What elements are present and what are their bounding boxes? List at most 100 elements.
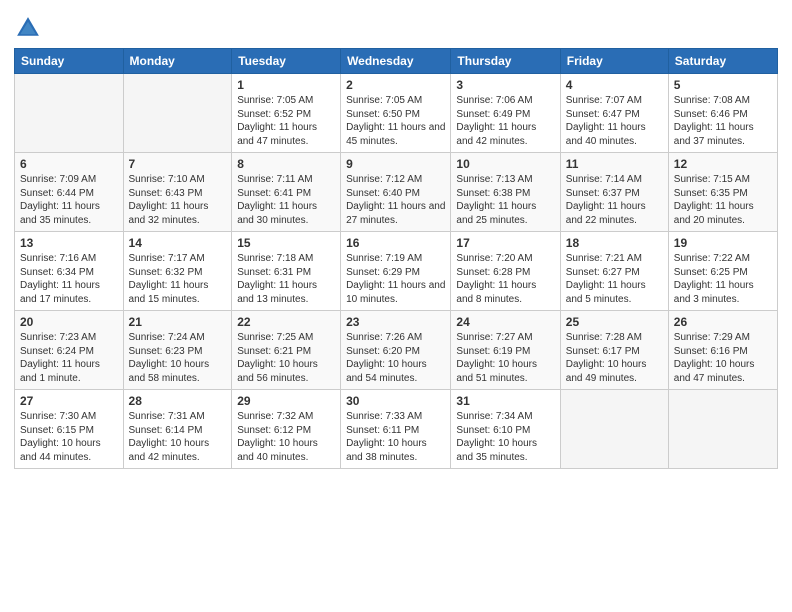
day-number: 12 (674, 157, 772, 171)
day-info: Sunrise: 7:33 AM Sunset: 6:11 PM Dayligh… (346, 410, 445, 464)
day-info: Sunrise: 7:30 AM Sunset: 6:15 PM Dayligh… (20, 410, 118, 464)
day-info: Sunrise: 7:27 AM Sunset: 6:19 PM Dayligh… (456, 331, 554, 385)
day-number: 14 (129, 236, 227, 250)
day-info: Sunrise: 7:08 AM Sunset: 6:46 PM Dayligh… (674, 94, 772, 148)
day-info: Sunrise: 7:22 AM Sunset: 6:25 PM Dayligh… (674, 252, 772, 306)
header (14, 10, 778, 42)
day-info: Sunrise: 7:12 AM Sunset: 6:40 PM Dayligh… (346, 173, 445, 227)
day-info: Sunrise: 7:06 AM Sunset: 6:49 PM Dayligh… (456, 94, 554, 148)
day-info: Sunrise: 7:26 AM Sunset: 6:20 PM Dayligh… (346, 331, 445, 385)
calendar-cell (668, 390, 777, 469)
day-number: 6 (20, 157, 118, 171)
day-info: Sunrise: 7:25 AM Sunset: 6:21 PM Dayligh… (237, 331, 335, 385)
day-number: 13 (20, 236, 118, 250)
day-number: 5 (674, 78, 772, 92)
day-info: Sunrise: 7:14 AM Sunset: 6:37 PM Dayligh… (566, 173, 663, 227)
day-number: 23 (346, 315, 445, 329)
calendar-cell: 8 Sunrise: 7:11 AM Sunset: 6:41 PM Daylig… (232, 153, 341, 232)
day-number: 4 (566, 78, 663, 92)
day-info: Sunrise: 7:28 AM Sunset: 6:17 PM Dayligh… (566, 331, 663, 385)
calendar-cell: 11Sunrise: 7:14 AM Sunset: 6:37 PM Dayli… (560, 153, 668, 232)
day-info: Sunrise: 7:34 AM Sunset: 6:10 PM Dayligh… (456, 410, 554, 464)
day-number: 26 (674, 315, 772, 329)
week-row-4: 20Sunrise: 7:23 AM Sunset: 6:24 PM Dayli… (15, 311, 778, 390)
day-info: Sunrise: 7:17 AM Sunset: 6:32 PM Dayligh… (129, 252, 227, 306)
calendar-cell: 10 Sunrise: 7:13 AM Sunset: 6:38 PM Dayli… (451, 153, 560, 232)
calendar-cell (560, 390, 668, 469)
day-number: 25 (566, 315, 663, 329)
calendar-cell: 31 Sunrise: 7:34 AM Sunset: 6:10 PM Dayli… (451, 390, 560, 469)
logo (14, 14, 44, 42)
calendar-cell: 15Sunrise: 7:18 AM Sunset: 6:31 PM Dayli… (232, 232, 341, 311)
calendar-cell: 3 Sunrise: 7:06 AM Sunset: 6:49 PM Daylig… (451, 74, 560, 153)
weekday-header-monday: Monday (123, 49, 232, 74)
calendar-cell: 24 Sunrise: 7:27 AM Sunset: 6:19 PM Dayli… (451, 311, 560, 390)
day-number: 27 (20, 394, 118, 408)
day-number: 17 (456, 236, 554, 250)
day-info: Sunrise: 7:10 AM Sunset: 6:43 PM Dayligh… (129, 173, 227, 227)
day-number: 30 (346, 394, 445, 408)
calendar-cell: 9 Sunrise: 7:12 AM Sunset: 6:40 PM Daylig… (341, 153, 451, 232)
calendar-cell: 25 Sunrise: 7:28 AM Sunset: 6:17 PM Dayli… (560, 311, 668, 390)
weekday-header-sunday: Sunday (15, 49, 124, 74)
day-number: 10 (456, 157, 554, 171)
day-number: 31 (456, 394, 554, 408)
day-number: 29 (237, 394, 335, 408)
calendar-cell: 17Sunrise: 7:20 AM Sunset: 6:28 PM Dayli… (451, 232, 560, 311)
day-info: Sunrise: 7:19 AM Sunset: 6:29 PM Dayligh… (346, 252, 445, 306)
week-row-5: 27 Sunrise: 7:30 AM Sunset: 6:15 PM Dayli… (15, 390, 778, 469)
calendar-cell: 16 Sunrise: 7:19 AM Sunset: 6:29 PM Dayli… (341, 232, 451, 311)
week-row-1: 1Sunrise: 7:05 AM Sunset: 6:52 PM Daylig… (15, 74, 778, 153)
weekday-header-row: SundayMondayTuesdayWednesdayThursdayFrid… (15, 49, 778, 74)
day-info: Sunrise: 7:18 AM Sunset: 6:31 PM Dayligh… (237, 252, 335, 306)
calendar-cell: 6 Sunrise: 7:09 AM Sunset: 6:44 PM Daylig… (15, 153, 124, 232)
day-number: 7 (129, 157, 227, 171)
calendar: SundayMondayTuesdayWednesdayThursdayFrid… (14, 48, 778, 469)
weekday-header-saturday: Saturday (668, 49, 777, 74)
day-number: 2 (346, 78, 445, 92)
calendar-cell: 23 Sunrise: 7:26 AM Sunset: 6:20 PM Dayli… (341, 311, 451, 390)
day-number: 19 (674, 236, 772, 250)
calendar-cell: 12 Sunrise: 7:15 AM Sunset: 6:35 PM Dayli… (668, 153, 777, 232)
page: SundayMondayTuesdayWednesdayThursdayFrid… (0, 0, 792, 612)
day-info: Sunrise: 7:11 AM Sunset: 6:41 PM Dayligh… (237, 173, 335, 227)
day-info: Sunrise: 7:32 AM Sunset: 6:12 PM Dayligh… (237, 410, 335, 464)
calendar-cell: 26 Sunrise: 7:29 AM Sunset: 6:16 PM Dayli… (668, 311, 777, 390)
weekday-header-friday: Friday (560, 49, 668, 74)
calendar-cell: 29 Sunrise: 7:32 AM Sunset: 6:12 PM Dayli… (232, 390, 341, 469)
calendar-cell (15, 74, 124, 153)
day-info: Sunrise: 7:09 AM Sunset: 6:44 PM Dayligh… (20, 173, 118, 227)
calendar-cell: 21Sunrise: 7:24 AM Sunset: 6:23 PM Dayli… (123, 311, 232, 390)
day-info: Sunrise: 7:05 AM Sunset: 6:50 PM Dayligh… (346, 94, 445, 148)
calendar-cell: 14 Sunrise: 7:17 AM Sunset: 6:32 PM Dayli… (123, 232, 232, 311)
day-number: 3 (456, 78, 554, 92)
day-info: Sunrise: 7:13 AM Sunset: 6:38 PM Dayligh… (456, 173, 554, 227)
day-info: Sunrise: 7:16 AM Sunset: 6:34 PM Dayligh… (20, 252, 118, 306)
calendar-cell: 22Sunrise: 7:25 AM Sunset: 6:21 PM Dayli… (232, 311, 341, 390)
calendar-cell: 30 Sunrise: 7:33 AM Sunset: 6:11 PM Dayli… (341, 390, 451, 469)
logo-icon (14, 14, 42, 42)
calendar-cell: 18 Sunrise: 7:21 AM Sunset: 6:27 PM Dayli… (560, 232, 668, 311)
day-info: Sunrise: 7:21 AM Sunset: 6:27 PM Dayligh… (566, 252, 663, 306)
day-number: 28 (129, 394, 227, 408)
day-number: 1 (237, 78, 335, 92)
day-number: 24 (456, 315, 554, 329)
weekday-header-wednesday: Wednesday (341, 49, 451, 74)
calendar-cell: 4 Sunrise: 7:07 AM Sunset: 6:47 PM Daylig… (560, 74, 668, 153)
day-info: Sunrise: 7:31 AM Sunset: 6:14 PM Dayligh… (129, 410, 227, 464)
week-row-3: 13 Sunrise: 7:16 AM Sunset: 6:34 PM Dayli… (15, 232, 778, 311)
day-info: Sunrise: 7:15 AM Sunset: 6:35 PM Dayligh… (674, 173, 772, 227)
day-number: 20 (20, 315, 118, 329)
weekday-header-thursday: Thursday (451, 49, 560, 74)
day-number: 16 (346, 236, 445, 250)
day-info: Sunrise: 7:29 AM Sunset: 6:16 PM Dayligh… (674, 331, 772, 385)
day-number: 9 (346, 157, 445, 171)
calendar-cell: 7 Sunrise: 7:10 AM Sunset: 6:43 PM Daylig… (123, 153, 232, 232)
day-number: 8 (237, 157, 335, 171)
calendar-cell: 19 Sunrise: 7:22 AM Sunset: 6:25 PM Dayli… (668, 232, 777, 311)
day-number: 18 (566, 236, 663, 250)
calendar-cell (123, 74, 232, 153)
day-info: Sunrise: 7:07 AM Sunset: 6:47 PM Dayligh… (566, 94, 663, 148)
calendar-cell: 5 Sunrise: 7:08 AM Sunset: 6:46 PM Daylig… (668, 74, 777, 153)
calendar-cell: 13 Sunrise: 7:16 AM Sunset: 6:34 PM Dayli… (15, 232, 124, 311)
